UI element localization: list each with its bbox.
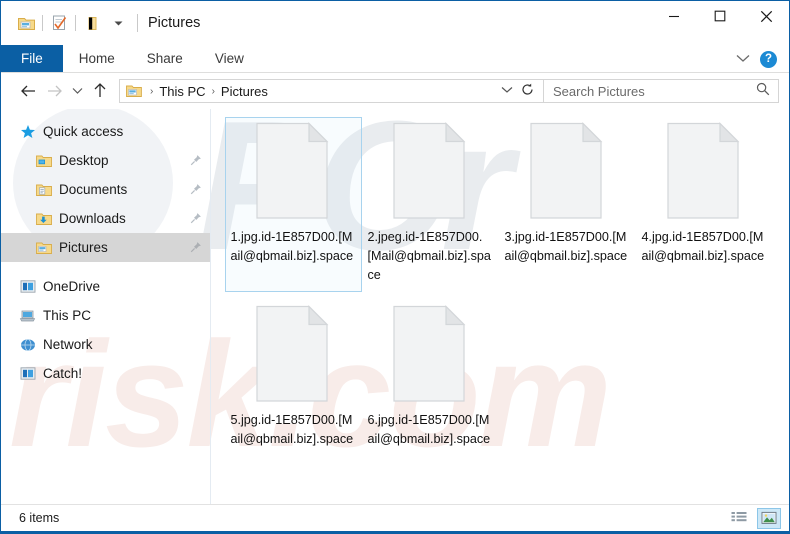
sidebar-item-label: This PC [43,308,92,323]
window-title: Pictures [148,15,201,31]
file-explorer-window: PCr risk.com [0,0,790,534]
sidebar-item-pictures[interactable]: Pictures [1,233,210,262]
toolbar-divider-1 [42,15,43,31]
refresh-icon[interactable] [519,83,539,99]
file-name-label: 1.jpg.id-1E857D00.[Mail@qbmail.biz].spac… [230,230,354,263]
network-icon [19,336,36,353]
onedrive-icon [19,278,36,295]
address-bar: › This PC › Pictures Search Pictures [1,73,789,109]
chevron-down-icon[interactable] [736,50,750,68]
pin-icon[interactable] [189,183,202,196]
sidebar-item-catch[interactable]: Catch! [1,359,210,388]
title-bar: Pictures [1,1,789,45]
file-list-pane[interactable]: 1.jpg.id-1E857D00.[Mail@qbmail.biz].spac… [210,109,789,504]
search-input[interactable]: Search Pictures [553,84,756,99]
file-grid: 1.jpg.id-1E857D00.[Mail@qbmail.biz].spac… [225,117,789,464]
breadcrumb-pictures[interactable]: Pictures [218,84,271,99]
sidebar-item-downloads[interactable]: Downloads [1,204,210,233]
chevron-down-icon[interactable] [495,85,519,97]
pictures-folder-icon [126,84,142,98]
file-item[interactable]: 2.jpeg.id-1E857D00.[Mail@qbmail.biz].spa… [362,117,499,292]
ribbon-tab-bar: File Home Share View ? [1,45,789,73]
back-button[interactable] [15,78,41,104]
tab-file[interactable]: File [1,45,63,72]
blank-document-icon [666,122,744,220]
toolbar-divider-2 [75,15,76,31]
pin-icon[interactable] [189,154,202,167]
up-button[interactable] [87,78,113,104]
blank-document-icon [255,305,333,403]
file-item[interactable]: 4.jpg.id-1E857D00.[Mail@qbmail.biz].spac… [636,117,773,292]
quick-access-toolbar [13,10,131,36]
sidebar-item-label: OneDrive [43,279,101,294]
navigation-pane: Quick access Desktop Documents Downloads… [1,109,210,504]
title-divider [137,14,138,32]
file-item[interactable]: 5.jpg.id-1E857D00.[Mail@qbmail.biz].spac… [225,300,362,456]
folder-properties-icon[interactable] [13,10,39,36]
pin-icon[interactable] [189,241,202,254]
file-name-label: 6.jpg.id-1E857D00.[Mail@qbmail.biz].spac… [367,413,491,446]
sidebar-item-desktop[interactable]: Desktop [1,146,210,175]
window-controls [651,1,789,45]
item-count-label: 6 items [19,511,60,525]
pin-icon[interactable] [189,212,202,225]
sidebar-item-network[interactable]: Network [1,330,210,359]
maximize-button[interactable] [697,1,743,31]
breadcrumb-bar[interactable]: › This PC › Pictures [119,79,544,103]
breadcrumb-this-pc[interactable]: This PC [156,84,208,99]
sidebar-item-label: Quick access [43,124,124,139]
file-name-label: 2.jpeg.id-1E857D00.[Mail@qbmail.biz].spa… [367,230,491,282]
file-item[interactable]: 6.jpg.id-1E857D00.[Mail@qbmail.biz].spac… [362,300,499,456]
forward-button[interactable] [41,78,67,104]
blank-document-icon [392,122,470,220]
search-icon[interactable] [756,82,770,101]
sidebar-item-this-pc[interactable]: This PC [1,301,210,330]
ribbon-right-controls: ? [736,45,781,73]
tab-share[interactable]: Share [131,45,199,72]
blank-document-icon [255,122,333,220]
sidebar-item-label: Catch! [43,366,83,381]
file-name-label: 4.jpg.id-1E857D00.[Mail@qbmail.biz].spac… [641,230,765,263]
minimize-button[interactable] [651,1,697,31]
recent-locations-button[interactable] [67,78,87,104]
breadcrumb-separator: › [211,85,215,97]
tab-view[interactable]: View [199,45,260,72]
file-name-label: 5.jpg.id-1E857D00.[Mail@qbmail.biz].spac… [230,413,354,446]
star-icon [19,123,36,140]
view-mode-buttons [727,507,781,529]
status-bar: 6 items [1,504,789,531]
close-button[interactable] [743,1,789,31]
sidebar-item-label: Pictures [59,240,108,255]
checklist-icon[interactable] [46,10,72,36]
chevron-down-icon[interactable] [105,10,131,36]
main-area: Quick access Desktop Documents Downloads… [1,109,789,504]
sidebar-item-label: Network [43,337,93,352]
sidebar-item-quick-access[interactable]: Quick access [1,117,210,146]
sidebar-item-label: Documents [59,182,128,197]
breadcrumb-separator: › [150,85,154,97]
blank-document-icon [529,122,607,220]
downloads-folder-icon [35,210,52,227]
search-box[interactable]: Search Pictures [544,79,779,103]
details-view-button[interactable] [727,508,751,529]
desktop-folder-icon [35,152,52,169]
pictures-folder-icon [35,239,52,256]
help-icon[interactable]: ? [760,50,777,68]
sidebar-item-label: Desktop [59,153,109,168]
drive-icon [19,365,36,382]
file-name-label: 3.jpg.id-1E857D00.[Mail@qbmail.biz].spac… [504,230,628,263]
blank-document-icon [392,305,470,403]
documents-folder-icon [35,181,52,198]
tab-home[interactable]: Home [63,45,131,72]
file-item[interactable]: 1.jpg.id-1E857D00.[Mail@qbmail.biz].spac… [225,117,362,292]
this-pc-icon [19,307,36,324]
large-icons-view-button[interactable] [757,507,781,529]
new-folder-icon[interactable] [79,10,105,36]
sidebar-item-onedrive[interactable]: OneDrive [1,272,210,301]
sidebar-item-documents[interactable]: Documents [1,175,210,204]
sidebar-item-label: Downloads [59,211,126,226]
file-item[interactable]: 3.jpg.id-1E857D00.[Mail@qbmail.biz].spac… [499,117,636,292]
